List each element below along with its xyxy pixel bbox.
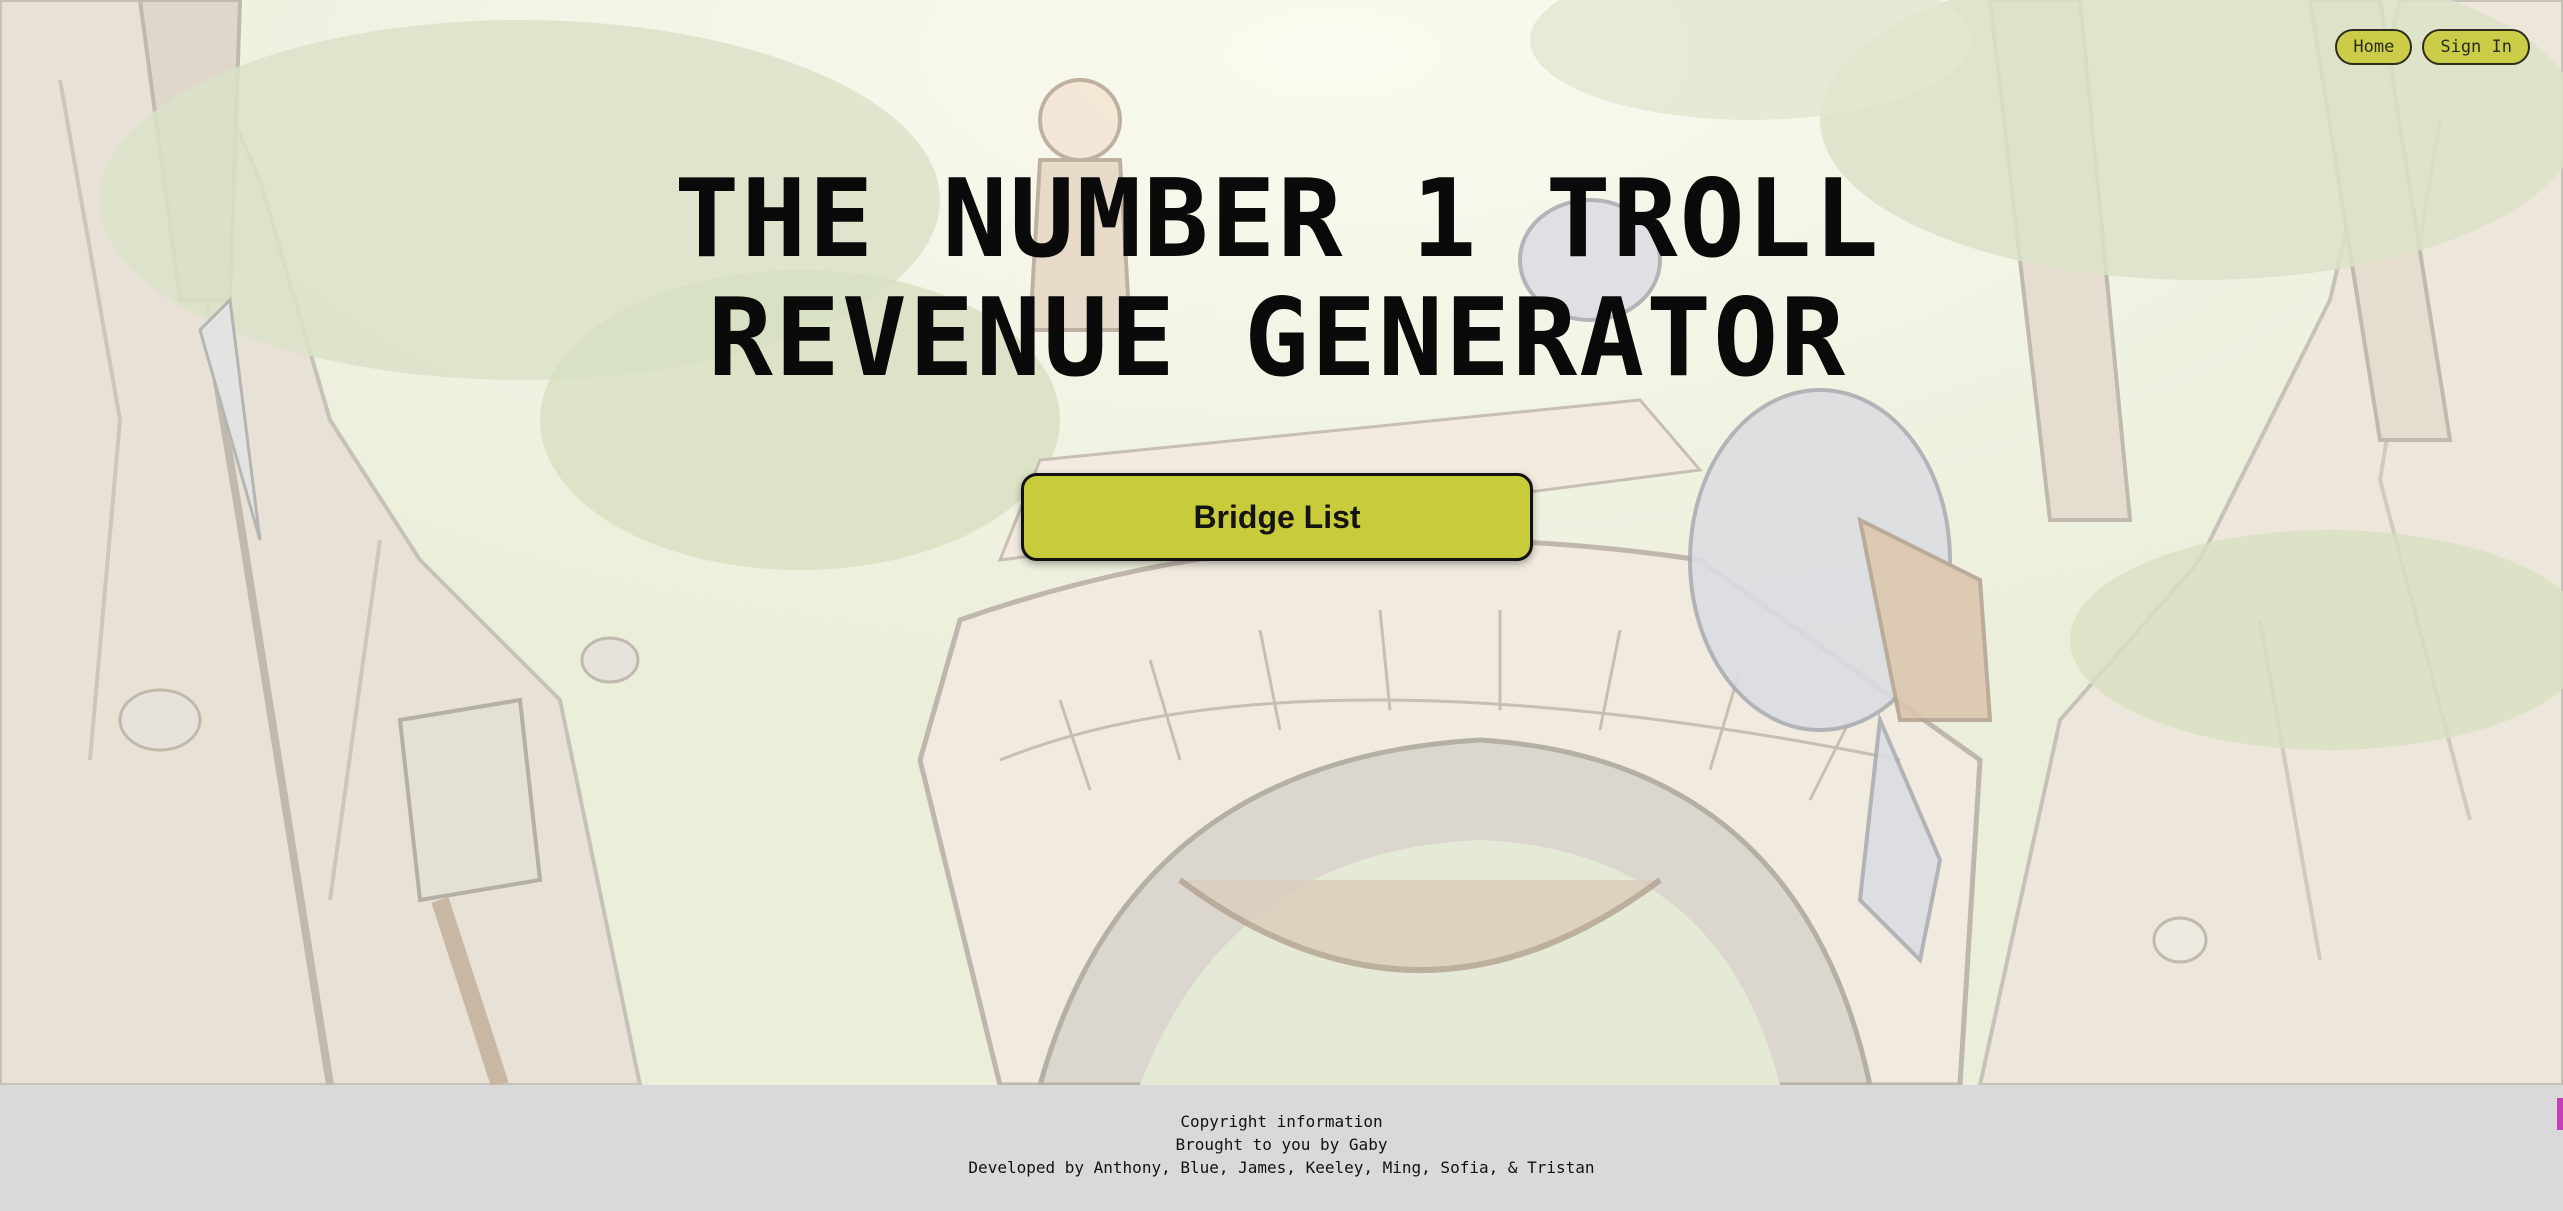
home-button[interactable]: Home [2335,29,2413,65]
hero-title-line-1: THE NUMBER 1 TROLL [674,157,1881,282]
footer-developers: Developed by Anthony, Blue, James, Keele… [968,1158,1595,1177]
footer: Copyright information Brought to you by … [0,1085,2563,1211]
hero-title: THE NUMBER 1 TROLL REVENUE GENERATOR [0,160,2555,398]
footer-brought-by: Brought to you by Gaby [1175,1135,1388,1154]
top-nav: Home Sign In [2335,29,2530,65]
footer-copyright: Copyright information [1180,1112,1383,1131]
bridge-list-button[interactable]: Bridge List [1021,473,1533,561]
sign-in-button[interactable]: Sign In [2422,29,2530,65]
hero-title-line-2: REVENUE GENERATOR [707,276,1848,401]
scrollbar-marker [2557,1098,2563,1130]
landing-page: Home Sign In THE NUMBER 1 TROLL REVENUE … [0,0,2563,1211]
